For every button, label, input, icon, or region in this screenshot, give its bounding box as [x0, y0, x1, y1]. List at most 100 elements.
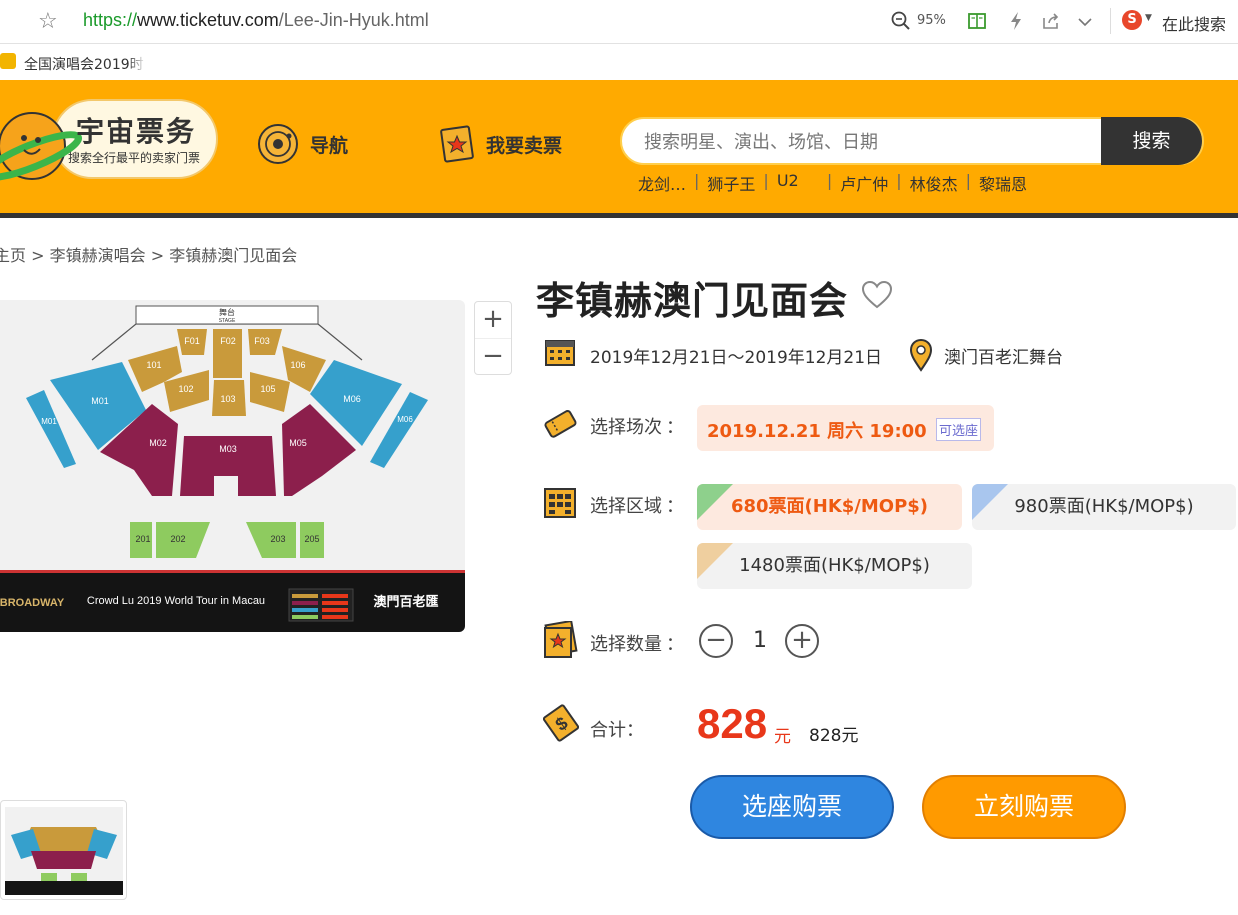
section-label: M05 — [289, 438, 307, 448]
page-title: 李镇赫澳门见面会 — [536, 279, 849, 323]
banner-brand: BROADWAY — [0, 597, 65, 609]
section-label: F03 — [254, 336, 270, 346]
section-label: M06 — [397, 415, 413, 424]
nav-sell-tickets[interactable]: 我要卖票 — [440, 122, 562, 166]
reader-mode-icon[interactable] — [966, 10, 988, 32]
site-search-input[interactable] — [644, 129, 1084, 155]
lightning-icon[interactable] — [1005, 10, 1027, 32]
breadcrumb-current[interactable]: 李镇赫澳门见面会 — [169, 246, 297, 265]
browser-search-label[interactable]: 在此搜索 — [1162, 11, 1226, 35]
hot-link[interactable]: 狮子王 — [707, 171, 755, 195]
caret-down-icon[interactable]: ▼ — [1145, 13, 1152, 23]
zoom-level[interactable]: 95% — [917, 13, 946, 28]
quantity-value[interactable]: 1 — [750, 628, 770, 653]
site-search-button[interactable]: 搜索 — [1101, 117, 1202, 165]
hot-link[interactable]: 黎瑞恩 — [979, 171, 1027, 195]
divider: | — [965, 171, 972, 190]
heart-icon[interactable] — [861, 280, 893, 310]
area-color-tag — [697, 543, 733, 579]
event-date: 2019年12月21日～2019年12月21日 — [590, 348, 883, 368]
section-label: F01 — [184, 336, 200, 346]
section-label: 106 — [290, 360, 305, 370]
quantity-increment-button[interactable]: + — [785, 624, 819, 658]
section-label: 101 — [146, 360, 161, 370]
divider: | — [763, 171, 769, 190]
chevron-down-icon[interactable] — [1074, 10, 1096, 32]
breadcrumb-separator: > — [31, 246, 45, 265]
section-label: M01 — [91, 396, 109, 406]
ticket-star-icon — [440, 125, 474, 163]
choose-seat-button[interactable]: 选座购票 — [690, 775, 894, 839]
nav-navigation[interactable]: 导航 — [256, 122, 348, 166]
section-label: 205 — [304, 534, 319, 544]
area-option-680[interactable]: 680票面(HK$/MOP$) — [697, 484, 962, 530]
logo-slogan: 搜索全行最平的卖家门票 — [68, 151, 201, 165]
session-value: 2019.12.21 周六 19:00 — [707, 421, 927, 442]
banner-venue: 澳門百老匯 — [373, 594, 438, 609]
map-zoom-in-button[interactable]: + — [475, 302, 511, 338]
divider: | — [826, 171, 833, 190]
session-label: 选择场次： — [590, 417, 684, 438]
bookmark-favicon-icon — [0, 53, 16, 69]
logo-title[interactable]: 宇宙票务 — [76, 110, 196, 150]
galaxy-icon — [258, 124, 298, 164]
section-label: M01 — [41, 417, 57, 426]
banner-tour: Crowd Lu 2019 World Tour in Macau — [87, 595, 265, 607]
total-price: 828 — [697, 700, 768, 747]
area-option-label: 980票面(HK$/MOP$) — [1014, 496, 1194, 517]
area-color-tag — [697, 484, 733, 520]
section-label: 201 — [135, 534, 150, 544]
quantity-label: 选择数量： — [590, 634, 684, 655]
area-label: 选择区域： — [590, 496, 684, 517]
bookmark-item[interactable]: 全国演唱会2019时 — [24, 54, 146, 74]
divider: | — [694, 171, 700, 190]
section-label: 105 — [260, 384, 275, 394]
hot-link[interactable]: 龙剑… — [638, 171, 686, 195]
seat-map-thumbnail[interactable] — [0, 800, 127, 900]
nav-navigation-label: 导航 — [310, 134, 349, 157]
buy-now-button[interactable]: 立刻购票 — [922, 775, 1126, 839]
url-field[interactable]: https://www.ticketuv.com/Lee-Jin-Hyuk.ht… — [83, 10, 429, 31]
section-label: M02 — [149, 438, 167, 448]
hot-link[interactable]: 林俊杰 — [910, 171, 958, 195]
map-zoom-out-button[interactable]: − — [475, 338, 511, 374]
hot-link[interactable]: U2 — [777, 171, 817, 195]
nav-sell-tickets-label: 我要卖票 — [486, 134, 563, 157]
section-label: 202 — [170, 534, 185, 544]
sogou-search-icon[interactable]: S — [1122, 10, 1142, 30]
map-zoom-control: + − — [474, 301, 512, 375]
ticket-icon — [544, 410, 577, 438]
section-label: 102 — [178, 384, 193, 394]
quantity-decrement-button[interactable]: − — [699, 624, 733, 658]
location-pin-icon — [909, 338, 933, 372]
breadcrumb-concerts[interactable]: 李镇赫演唱会 — [50, 246, 146, 265]
area-option-980[interactable]: 980票面(HK$/MOP$) — [972, 484, 1236, 530]
share-icon[interactable] — [1040, 10, 1062, 32]
stage-sub-label: STAGE — [219, 318, 236, 324]
breadcrumb-home[interactable]: 主页 — [0, 246, 26, 265]
zoom-out-icon[interactable] — [891, 11, 911, 31]
url-path: /Lee-Jin-Hyuk.html — [278, 10, 429, 30]
url-protocol: https:// — [83, 10, 138, 30]
section-label: 103 — [220, 394, 235, 404]
area-option-label: 1480票面(HK$/MOP$) — [739, 555, 930, 576]
bookmarks-bar — [0, 44, 1238, 80]
seat-map[interactable]: 舞台 STAGE F01 F02 F03 101 102 103 105 106… — [0, 300, 465, 632]
calendar-icon — [545, 340, 575, 366]
section-label: 203 — [270, 534, 285, 544]
ticket-stack-icon — [544, 621, 578, 658]
dollar-ticket-icon: $ — [543, 704, 579, 742]
section-label: F02 — [220, 336, 236, 346]
status-badge: 可选座 — [936, 418, 982, 441]
section-label: M03 — [219, 444, 237, 454]
hot-link[interactable]: 卢广仲 — [840, 171, 888, 195]
event-venue: 澳门百老汇舞台 — [944, 348, 1063, 368]
seat-grid-icon — [544, 488, 576, 518]
stage-label: 舞台 — [219, 307, 235, 317]
total-sub-price: 828元 — [809, 726, 859, 746]
area-option-1480[interactable]: 1480票面(HK$/MOP$) — [697, 543, 972, 589]
total-label: 合计： — [590, 720, 644, 741]
area-color-tag — [972, 484, 1008, 520]
bookmark-star-icon[interactable]: ☆ — [38, 9, 58, 34]
url-host: www.ticketuv.com — [137, 10, 279, 30]
